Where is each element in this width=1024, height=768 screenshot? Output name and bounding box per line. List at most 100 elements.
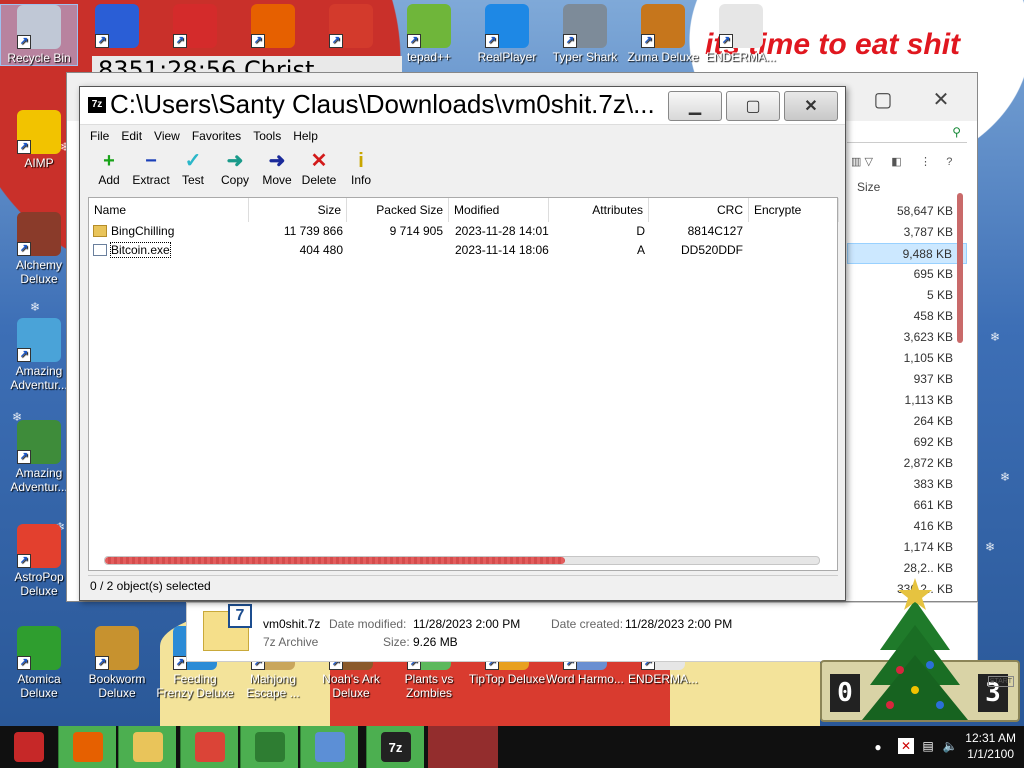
desktop-icon[interactable]: ↗ Bookworm Deluxe <box>78 626 156 700</box>
scrollbar-thumb[interactable] <box>105 557 565 564</box>
explorer-scrollbar[interactable] <box>957 193 963 343</box>
menu-item-view[interactable]: View <box>148 125 186 147</box>
shortcut-arrow-icon: ↗ <box>95 34 109 48</box>
table-row[interactable]: Bitcoin.exe 404 480 2023-11-14 18:06 A D… <box>89 241 837 260</box>
size-column-header[interactable]: Size <box>847 173 967 201</box>
flag-warning-icon[interactable]: ✕ <box>898 738 914 754</box>
column-header-attributes[interactable]: Attributes <box>549 198 649 222</box>
column-header-encrypted[interactable]: Encrypte <box>749 198 839 222</box>
extract-button[interactable]: − Extract <box>130 147 172 193</box>
menu-item-tools[interactable]: Tools <box>247 125 287 147</box>
restore-icon[interactable]: ▢ <box>861 83 905 115</box>
shortcut-arrow-icon: ↗ <box>17 242 31 256</box>
toolbar-label: Copy <box>220 173 249 187</box>
shark-icon: ↗ <box>563 4 607 48</box>
table-row[interactable]: BingChilling 11 739 866 9 714 905 2023-1… <box>89 222 837 241</box>
maximize-button[interactable]: ▢ <box>726 91 780 121</box>
close-button[interactable]: ✕ <box>784 91 838 121</box>
details-created-value: 11/28/2023 2:00 PM <box>625 617 733 631</box>
test-button[interactable]: ✓ Test <box>172 147 214 193</box>
list-item[interactable]: 1,113 KB <box>847 390 967 411</box>
desktop-icon[interactable]: ↗ Typer Shark <box>546 4 624 64</box>
taskbar-7zip[interactable]: 7z <box>366 726 424 768</box>
shortcut-arrow-icon: ↗ <box>329 34 343 48</box>
list-item[interactable]: 3,623 KB <box>847 327 967 348</box>
system-clock[interactable]: 12:31 AM 1/1/2100 <box>965 730 1016 762</box>
desktop-icon[interactable]: ↗ <box>78 4 156 50</box>
sevenzip-window[interactable]: 7z C:\Users\Santy Claus\Downloads\vm0shi… <box>79 86 846 601</box>
file-list[interactable]: Name Size Packed Size Modified Attribute… <box>88 197 839 571</box>
network-icon[interactable]: ▤ <box>920 738 936 754</box>
list-item[interactable]: 5 KB <box>847 285 967 306</box>
delete-button[interactable]: ✕ Delete <box>298 147 340 193</box>
clock-date: 1/1/2100 <box>967 747 1014 761</box>
clock-time: 12:31 AM <box>965 731 1016 745</box>
search-box[interactable]: ⚲ <box>847 125 967 143</box>
move-button[interactable]: ➜ Move <box>256 147 298 193</box>
menu-item-file[interactable]: File <box>84 125 115 147</box>
search-icon[interactable]: ⚲ <box>952 125 961 139</box>
taskbar-tree-app[interactable] <box>240 726 298 768</box>
info-button[interactable]: i Info <box>340 147 382 193</box>
desktop-icon[interactable]: ↗ Atomica Deluxe <box>0 626 78 700</box>
add-button[interactable]: + Add <box>88 147 130 193</box>
menu-item-favorites[interactable]: Favorites <box>186 125 247 147</box>
desktop-icon[interactable]: ↗ <box>156 4 234 50</box>
column-header-size[interactable]: Size <box>249 198 347 222</box>
list-item[interactable]: 1,174 KB <box>847 537 967 558</box>
desktop-icon[interactable]: ↗ <box>234 4 312 50</box>
column-header-packed-size[interactable]: Packed Size <box>347 198 449 222</box>
desktop-icon[interactable]: ↗ RealPlayer <box>468 4 546 64</box>
list-item[interactable]: 58,647 KB <box>847 201 967 222</box>
list-item[interactable]: 264 KB <box>847 411 967 432</box>
row-packed-cell: 9 714 905 <box>389 224 443 238</box>
desktop-icon[interactable]: ↗ Zuma Deluxe <box>624 4 702 64</box>
shortcut-arrow-icon: ↗ <box>17 140 31 154</box>
row-size-cell: 11 739 866 <box>283 224 343 238</box>
minus-icon: − <box>145 150 157 172</box>
list-item[interactable]: 416 KB <box>847 516 967 537</box>
list-item[interactable]: 458 KB <box>847 306 967 327</box>
desktop-icon[interactable]: ↗ tepad++ <box>390 4 468 64</box>
list-item[interactable]: 383 KB <box>847 474 967 495</box>
horizontal-scrollbar[interactable] <box>104 556 820 565</box>
desktop-icon[interactable]: ↗ Recycle Bin <box>0 4 78 66</box>
desktop-icon-label: ENDERMA... <box>705 50 776 64</box>
dot-icon[interactable]: ● <box>870 739 886 755</box>
taskbar-photos[interactable] <box>300 726 358 768</box>
list-item[interactable]: 9,488 KB <box>847 243 967 264</box>
close-icon[interactable]: ✕ <box>919 83 963 115</box>
view-controls[interactable]: ▥ ▽ ◧ ⋮ ? <box>851 155 952 168</box>
column-header-name[interactable]: Name <box>89 198 249 222</box>
column-header-modified[interactable]: Modified <box>449 198 549 222</box>
shortcut-arrow-icon: ↗ <box>17 554 31 568</box>
desktop-icon[interactable]: ↗ <box>312 4 390 50</box>
globe-icon: ↗ <box>17 420 61 464</box>
taskbar-explorer[interactable] <box>118 726 176 768</box>
sevenzip-titlebar[interactable]: 7z C:\Users\Santy Claus\Downloads\vm0shi… <box>80 87 845 125</box>
list-item[interactable]: 661 KB <box>847 495 967 516</box>
list-item[interactable]: 2,872 KB <box>847 453 967 474</box>
minimize-button[interactable]: ▁ <box>668 91 722 121</box>
list-item[interactable]: 3,787 KB <box>847 222 967 243</box>
list-item[interactable]: 1,105 KB <box>847 348 967 369</box>
copy-button[interactable]: ➜ Copy <box>214 147 256 193</box>
size-column: Size 58,647 KB 3,787 KB 9,488 KB 695 KB 5 KB… <box>847 173 967 600</box>
taskbar-empty-slot[interactable] <box>428 726 498 768</box>
column-header-crc[interactable]: CRC <box>649 198 749 222</box>
taskbar-chrome[interactable] <box>180 726 238 768</box>
list-item[interactable]: 692 KB <box>847 432 967 453</box>
zuma-deluxe-icon: ↗ <box>641 4 685 48</box>
gem-icon: ↗ <box>17 318 61 362</box>
menu-item-edit[interactable]: Edit <box>115 125 148 147</box>
list-item[interactable]: 937 KB <box>847 369 967 390</box>
astropop-icon: ↗ <box>17 524 61 568</box>
taskbar-firefox[interactable] <box>58 726 116 768</box>
volume-icon[interactable]: 🔈 <box>942 738 958 754</box>
menu-item-help[interactable]: Help <box>287 125 324 147</box>
list-item[interactable]: 695 KB <box>847 264 967 285</box>
gadget-start-badge[interactable]: START <box>987 676 1014 687</box>
desktop-icon[interactable]: ↗ ENDERMA... <box>702 4 780 64</box>
details-file-name: vm0shit.7z <box>263 617 321 631</box>
start-button[interactable] <box>0 726 58 768</box>
